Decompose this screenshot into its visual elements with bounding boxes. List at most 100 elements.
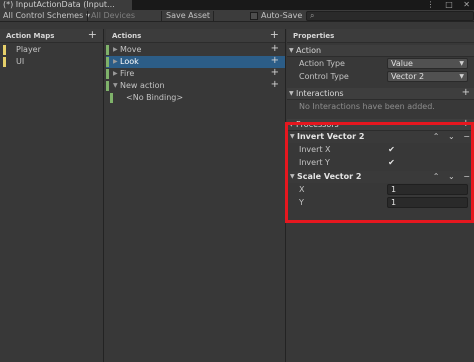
actions-panel: Actions + ▶ Move + ▶ Look + ▶ Fire + ▼ N… <box>106 29 286 362</box>
close-icon[interactable]: ✕ <box>463 0 470 9</box>
actions-title: Actions <box>112 32 142 40</box>
menu-dots-icon[interactable]: ⋮ <box>427 0 435 9</box>
control-type-label: Control Type <box>299 72 349 81</box>
auto-save-checkbox[interactable] <box>250 12 258 20</box>
action-marker <box>106 45 109 55</box>
action-item-new-action[interactable]: ▼ New action + <box>106 79 285 92</box>
action-type-value: Value <box>391 59 413 68</box>
action-item-look[interactable]: ▶ Look + <box>106 55 285 68</box>
toolbar-divider <box>161 11 162 21</box>
action-type-label: Action Type <box>299 59 345 68</box>
dropdown-arrow-icon: ▼ <box>459 73 464 80</box>
processors-section-title: Processors <box>296 120 339 129</box>
add-processor-button[interactable]: + <box>462 118 470 130</box>
action-marker <box>106 69 109 79</box>
collapse-arrow-icon[interactable]: ▼ <box>289 119 294 131</box>
control-schemes-dropdown[interactable]: All Control Schemes ▾ <box>3 10 90 22</box>
expand-arrow-icon[interactable]: ▶ <box>113 44 118 56</box>
toolbar-divider <box>213 11 214 21</box>
control-type-value: Vector 2 <box>391 72 425 81</box>
add-action-button[interactable]: + <box>270 29 279 41</box>
control-type-row: Control Type Vector 2 ▼ <box>287 70 474 83</box>
control-type-dropdown[interactable]: Vector 2 ▼ <box>387 71 468 82</box>
toolbar: All Control Schemes ▾ All Devices Save A… <box>0 10 474 22</box>
search-icon: ⌕ <box>310 11 315 20</box>
move-up-icon[interactable]: ⌃ <box>433 172 440 181</box>
action-marker <box>106 57 109 67</box>
processor-title: Scale Vector 2 <box>297 172 362 181</box>
window-tab-title[interactable]: (*) InputActionData (Input... <box>0 0 132 10</box>
invert-y-row: Invert Y ✔ <box>287 156 474 169</box>
action-section-title: Action <box>296 46 322 55</box>
interactions-section-title: Interactions <box>296 89 344 98</box>
save-asset-button[interactable]: Save Asset <box>166 10 210 22</box>
scale-x-label: X <box>299 185 305 194</box>
actions-header: Actions + <box>106 29 285 43</box>
collapse-arrow-icon[interactable]: ▼ <box>113 80 118 92</box>
add-binding-icon[interactable]: + <box>271 79 279 91</box>
maximize-icon[interactable]: □ <box>445 0 453 9</box>
scale-x-input[interactable]: 1 <box>387 184 468 195</box>
window-titlebar: (*) InputActionData (Input... ⋮ □ ✕ <box>0 0 474 10</box>
action-label: Look <box>120 57 139 66</box>
devices-dropdown[interactable]: All Devices <box>91 10 135 22</box>
search-input[interactable]: ⌕ <box>306 11 474 21</box>
scale-y-row: Y 1 <box>287 196 474 209</box>
move-up-icon[interactable]: ⌃ <box>433 132 440 141</box>
action-maps-header: Action Maps + <box>0 29 103 43</box>
processor-controls: ⌃ ⌄ − <box>427 131 470 143</box>
collapse-arrow-icon[interactable]: ▼ <box>290 131 295 143</box>
action-map-item-player[interactable]: Player <box>0 44 103 56</box>
expand-arrow-icon[interactable]: ▶ <box>113 68 118 80</box>
add-binding-icon[interactable]: + <box>271 67 279 79</box>
action-item-move[interactable]: ▶ Move + <box>106 43 285 56</box>
properties-header: Properties <box>287 29 474 43</box>
action-map-label: UI <box>16 57 25 66</box>
expand-arrow-icon[interactable]: ▶ <box>113 56 118 68</box>
move-down-icon[interactable]: ⌄ <box>448 132 455 141</box>
action-map-item-ui[interactable]: UI <box>0 56 103 68</box>
add-action-map-button[interactable]: + <box>88 29 97 41</box>
action-maps-panel: Action Maps + Player UI <box>0 29 104 362</box>
collapse-arrow-icon[interactable]: ▼ <box>289 88 294 100</box>
action-label: Fire <box>120 69 135 78</box>
collapse-arrow-icon[interactable]: ▼ <box>289 45 294 57</box>
processor-header-invert-vector-2[interactable]: ▼ Invert Vector 2 ⌃ ⌄ − <box>287 131 474 143</box>
add-binding-icon[interactable]: + <box>271 55 279 67</box>
invert-x-row: Invert X ✔ <box>287 143 474 156</box>
add-interaction-button[interactable]: + <box>462 87 470 99</box>
binding-marker <box>110 93 113 103</box>
add-binding-icon[interactable]: + <box>271 43 279 55</box>
auto-save-label: Auto-Save <box>261 11 303 20</box>
map-marker <box>3 45 6 55</box>
processors-section[interactable]: ▼ Processors + <box>287 118 474 131</box>
action-maps-title: Action Maps <box>6 32 55 40</box>
window-controls: ⋮ □ ✕ <box>419 0 470 10</box>
scale-x-row: X 1 <box>287 183 474 196</box>
move-down-icon[interactable]: ⌄ <box>448 172 455 181</box>
action-marker <box>106 81 109 91</box>
invert-y-label: Invert Y <box>299 158 330 167</box>
binding-label: <No Binding> <box>126 93 184 102</box>
dropdown-arrow-icon: ▼ <box>459 60 464 67</box>
invert-y-checkbox[interactable]: ✔ <box>387 158 396 167</box>
interactions-section[interactable]: ▼ Interactions + <box>287 87 474 100</box>
action-label: New action <box>120 81 165 90</box>
remove-processor-icon[interactable]: − <box>463 172 470 181</box>
processor-controls: ⌃ ⌄ − <box>427 171 470 183</box>
scale-y-label: Y <box>299 198 304 207</box>
binding-item[interactable]: <No Binding> <box>106 92 285 104</box>
invert-x-checkbox[interactable]: ✔ <box>387 145 396 154</box>
processor-title: Invert Vector 2 <box>297 132 365 141</box>
action-type-row: Action Type Value ▼ <box>287 57 474 70</box>
action-type-dropdown[interactable]: Value ▼ <box>387 58 468 69</box>
map-marker <box>3 57 6 67</box>
action-label: Move <box>120 45 142 54</box>
collapse-arrow-icon[interactable]: ▼ <box>290 171 295 183</box>
scale-y-input[interactable]: 1 <box>387 197 468 208</box>
processor-header-scale-vector-2[interactable]: ▼ Scale Vector 2 ⌃ ⌄ − <box>287 171 474 183</box>
properties-title: Properties <box>293 32 335 40</box>
remove-processor-icon[interactable]: − <box>463 132 470 141</box>
action-section[interactable]: ▼ Action <box>287 45 474 57</box>
action-item-fire[interactable]: ▶ Fire + <box>106 67 285 80</box>
